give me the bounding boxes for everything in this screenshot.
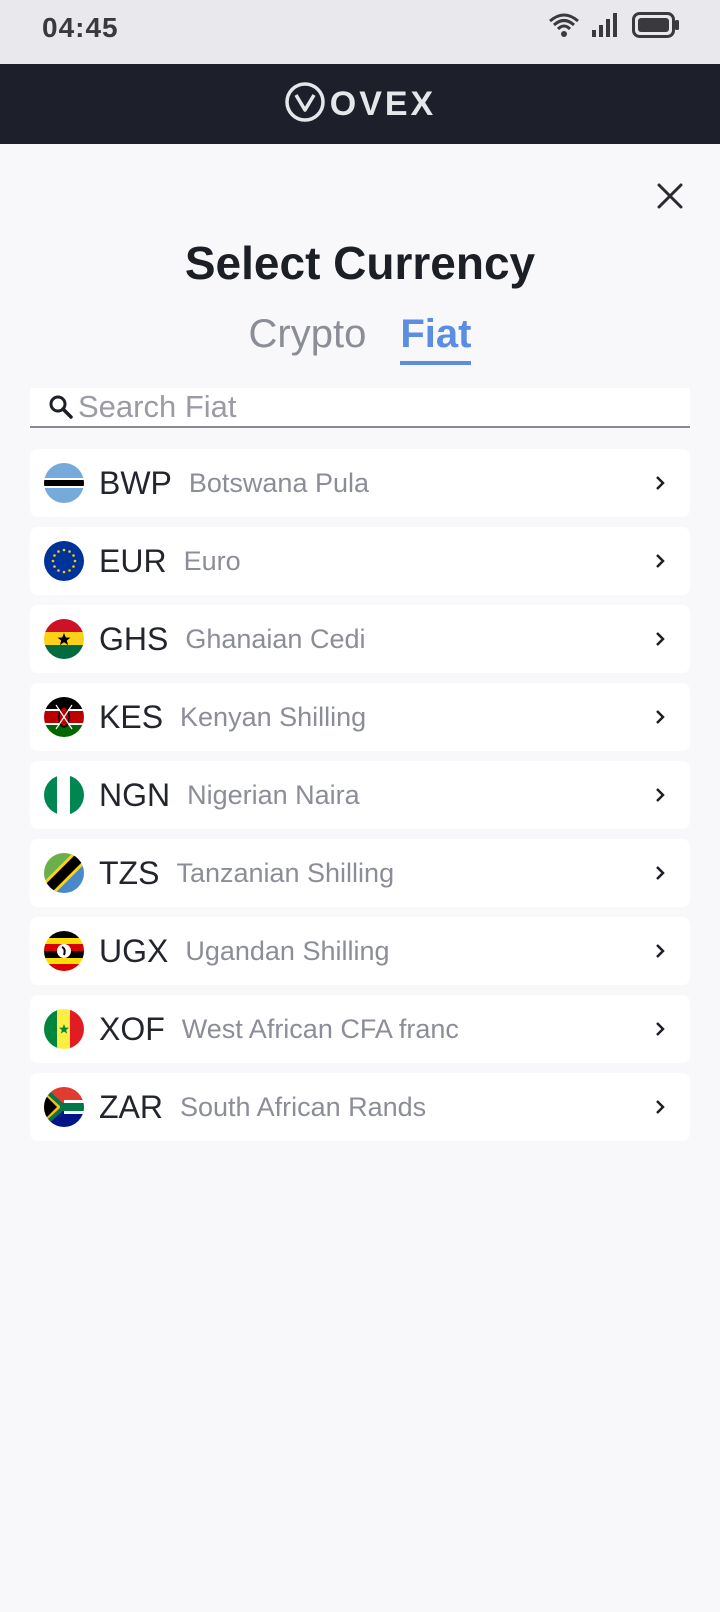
currency-code: BWP [99, 464, 172, 501]
battery-icon [632, 11, 680, 43]
tab-fiat[interactable]: Fiat [400, 312, 472, 365]
currency-item-kes[interactable]: KES Kenyan Shilling [30, 683, 690, 751]
currency-name: Ugandan Shilling [185, 935, 390, 966]
logo-text: OVEX [329, 84, 437, 123]
status-icons [548, 11, 680, 43]
currency-tabs: Crypto Fiat [0, 312, 720, 365]
ovex-v-logo [284, 81, 326, 128]
currency-name: Nigerian Naira [187, 779, 360, 810]
status-bar: 04:45 [0, 0, 720, 64]
kenya-flag-icon [44, 697, 84, 737]
currency-name: South African Rands [180, 1091, 427, 1122]
currency-item-tzs[interactable]: TZS Tanzanian Shilling [30, 839, 690, 907]
currency-item-eur[interactable]: EUR Euro [30, 527, 690, 595]
chevron-right-icon [656, 632, 665, 646]
nigeria-flag-icon [44, 775, 84, 815]
currency-list: BWP Botswana Pula EUR Euro GHS Ghanaian … [30, 449, 690, 1151]
chevron-right-icon [656, 476, 665, 490]
currency-item-ugx[interactable]: UGX Ugandan Shilling [30, 917, 690, 985]
page-title: Select Currency [184, 237, 536, 289]
search-icon [46, 392, 76, 422]
currency-code: GHS [99, 620, 169, 657]
search-box [30, 388, 690, 428]
currency-item-zar[interactable]: ZAR South African Rands [30, 1073, 690, 1141]
close-icon [657, 183, 683, 209]
currency-code: NGN [99, 776, 171, 813]
eu-flag-icon [44, 541, 84, 581]
currency-code: EUR [99, 542, 167, 579]
app-header: OVEX [0, 64, 720, 144]
currency-code: ZAR [99, 1088, 163, 1125]
currency-item-ghs[interactable]: GHS Ghanaian Cedi [30, 605, 690, 673]
chevron-right-icon [656, 554, 665, 568]
wifi-icon [548, 12, 580, 43]
currency-code: TZS [99, 854, 160, 891]
chevron-right-icon [656, 866, 665, 880]
chevron-right-icon [656, 1100, 665, 1114]
currency-name: Botswana Pula [188, 467, 370, 498]
currency-name: West African CFA franc [181, 1013, 459, 1044]
status-time: 04:45 [42, 12, 119, 43]
chevron-right-icon [656, 788, 665, 802]
currency-item-bwp[interactable]: BWP Botswana Pula [30, 449, 690, 517]
uganda-flag-icon [44, 931, 84, 971]
currency-name: Kenyan Shilling [180, 701, 367, 732]
currency-code: UGX [99, 932, 169, 969]
tanzania-flag-icon [44, 853, 84, 893]
currency-name: Tanzanian Shilling [176, 857, 395, 888]
chevron-right-icon [656, 944, 665, 958]
signal-icon [592, 12, 620, 42]
currency-item-xof[interactable]: XOF West African CFA franc [30, 995, 690, 1063]
ghana-flag-icon [44, 619, 84, 659]
currency-name: Ghanaian Cedi [185, 623, 366, 654]
chevron-right-icon [656, 1022, 665, 1036]
close-button[interactable] [650, 176, 690, 216]
currency-name: Euro [183, 545, 241, 576]
botswana-flag-icon [44, 463, 84, 503]
currency-item-ngn[interactable]: NGN Nigerian Naira [30, 761, 690, 829]
tab-crypto[interactable]: Crypto [249, 312, 367, 365]
search-input[interactable] [78, 389, 678, 425]
currency-code: KES [99, 698, 164, 735]
senegal-flag-icon [44, 1009, 84, 1049]
south-africa-flag-icon [44, 1087, 84, 1127]
chevron-right-icon [656, 710, 665, 724]
currency-code: XOF [99, 1010, 165, 1047]
